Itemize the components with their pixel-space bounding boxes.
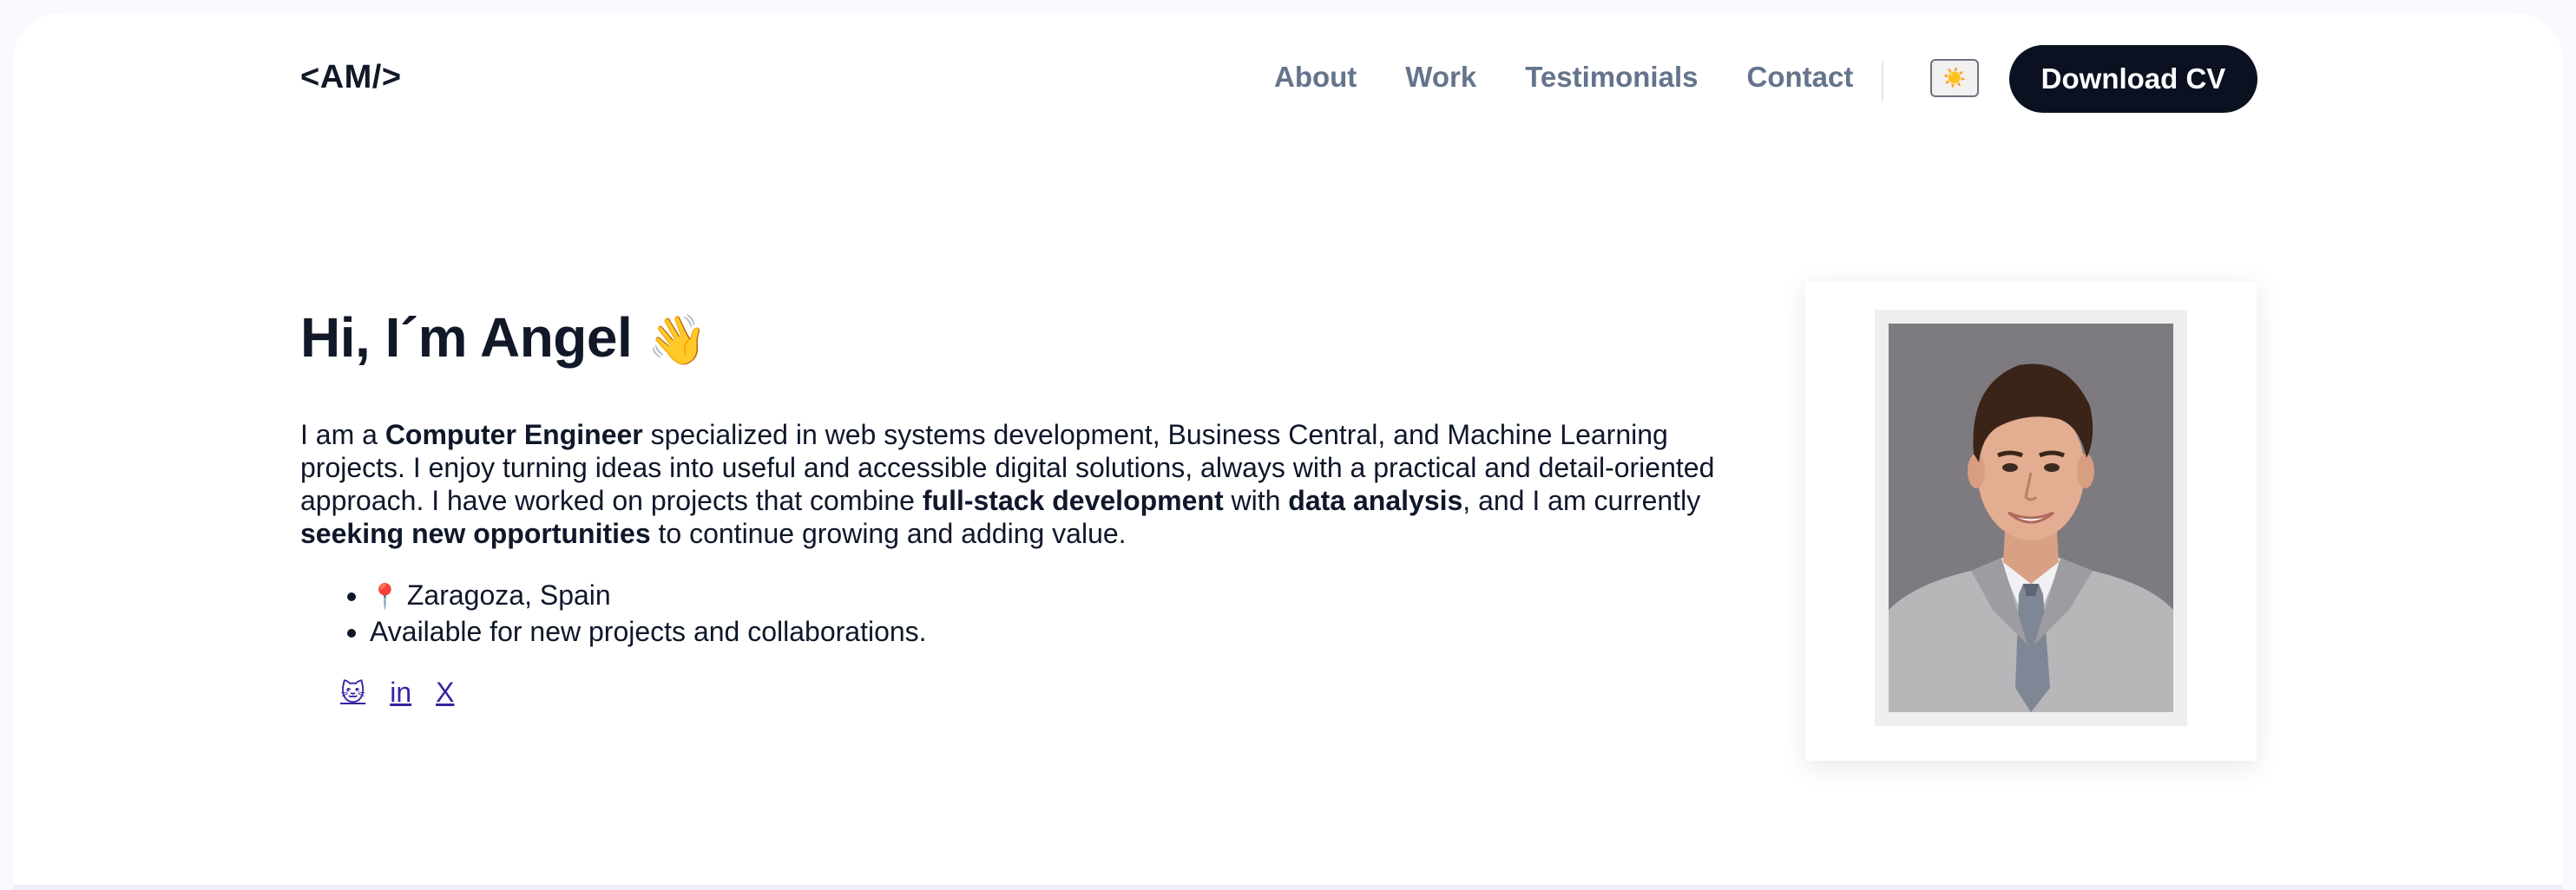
section-divider	[13, 885, 2563, 890]
portrait-image	[1889, 324, 2173, 712]
intro-highlight: seeking new opportunities	[300, 518, 651, 549]
hero-title: Hi, I´m Angel 👋	[300, 305, 707, 370]
nav-contact[interactable]: Contact	[1746, 61, 1853, 94]
intro-highlight: data analysis	[1288, 485, 1463, 516]
linkedin-icon[interactable]: in	[390, 677, 411, 709]
logo[interactable]: <AM/>	[300, 59, 402, 96]
facts-list: 📍Zaragoza, Spain Available for new proje…	[300, 578, 927, 650]
intro-text: , and I am currently	[1462, 485, 1701, 516]
intro-highlight: full-stack development	[922, 485, 1224, 516]
location-text: Zaragoza, Spain	[406, 579, 611, 611]
hero-title-text: Hi, I´m Angel	[300, 306, 633, 369]
intro-text: with	[1223, 485, 1289, 516]
map-pin-icon: 📍	[370, 583, 400, 610]
profile-photo-card	[1805, 282, 2257, 761]
download-cv-button[interactable]: Download CV	[2009, 45, 2257, 113]
intro-text: to continue growing and adding value.	[650, 518, 1127, 549]
nav-divider	[1882, 61, 1883, 101]
location-item: 📍Zaragoza, Spain	[370, 578, 927, 614]
profile-photo	[1875, 310, 2187, 726]
social-links: 🐱 in X	[340, 677, 478, 709]
nav-work[interactable]: Work	[1405, 61, 1476, 94]
nav-about[interactable]: About	[1274, 61, 1357, 94]
theme-toggle-button[interactable]: ☀️	[1930, 59, 1979, 97]
main-nav: About Work Testimonials Contact	[1274, 61, 1902, 94]
github-cat-icon[interactable]: 🐱	[340, 678, 365, 707]
intro-text: I am a	[300, 419, 385, 450]
intro-paragraph: I am a Computer Engineer specialized in …	[300, 418, 1758, 550]
x-icon[interactable]: X	[436, 677, 454, 709]
sun-icon: ☀️	[1942, 67, 1967, 88]
waving-hand-icon: 👋	[647, 312, 708, 367]
nav-testimonials[interactable]: Testimonials	[1525, 61, 1698, 94]
intro-highlight: Computer Engineer	[384, 419, 643, 450]
availability-item: Available for new projects and collabora…	[370, 614, 927, 650]
